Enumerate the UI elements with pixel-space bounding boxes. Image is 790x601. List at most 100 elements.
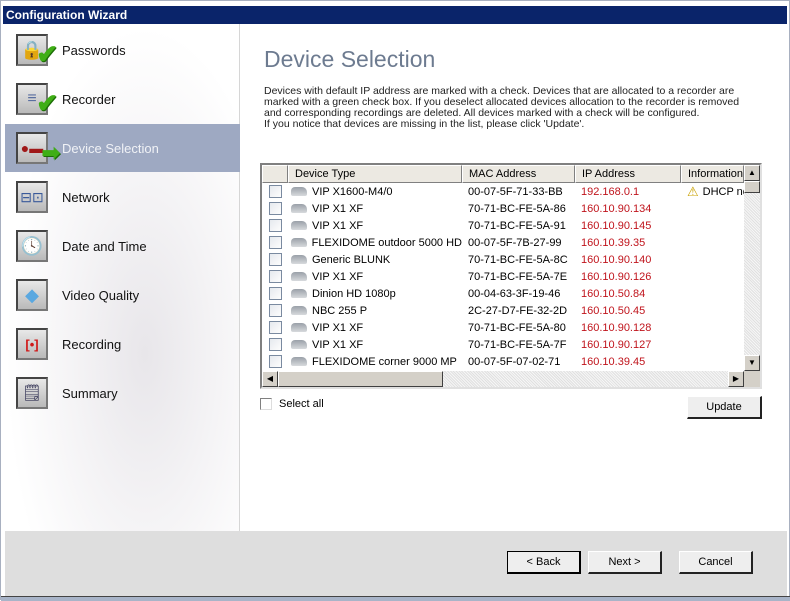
ip-address: 160.10.39.45 <box>581 355 646 368</box>
column-header-information[interactable]: Information <box>681 165 744 183</box>
camera-device-icon <box>291 204 307 213</box>
select-all-checkbox[interactable]: Select all <box>260 398 324 410</box>
table-row[interactable]: FLEXIDOME outdoor 5000 HD 00-07-5F-7B-27-… <box>262 234 744 251</box>
cancel-button[interactable]: Cancel <box>679 551 753 574</box>
page-title: Device Selection <box>264 46 436 72</box>
row-checkbox[interactable] <box>268 236 282 249</box>
ip-address: 160.10.90.126 <box>581 270 652 283</box>
table-row[interactable]: NBC 255 P 2C-27-D7-FE-32-2D 160.10.50.45 <box>262 302 744 319</box>
check-icon: ✔ <box>36 39 58 69</box>
row-checkbox[interactable] <box>268 304 282 317</box>
row-checkbox-cell <box>262 202 288 215</box>
mac-address: 70-71-BC-FE-5A-8C <box>468 253 568 266</box>
sidebar-item-date-and-time[interactable]: 🕓 Date and Time <box>5 222 240 270</box>
wizard-content: Device Selection Devices with default IP… <box>241 24 787 531</box>
table-header: Device Type MAC Address IP Address Infor… <box>262 165 744 183</box>
page-description: Devices with default IP address are mark… <box>264 86 764 130</box>
window-title: Configuration Wizard <box>3 6 787 24</box>
horizontal-scrollbar[interactable]: ◀ ▶ <box>262 371 744 387</box>
mac-address: 00-07-5F-71-33-BB <box>468 185 563 198</box>
table-row[interactable]: VIP X1 XF 70-71-BC-FE-5A-80 160.10.90.128 <box>262 319 744 336</box>
sidebar-item-recorder[interactable]: ≡ ✔ Recorder <box>5 75 240 123</box>
table-row[interactable]: VIP X1 XF 70-71-BC-FE-5A-7F 160.10.90.127 <box>262 336 744 353</box>
device-type: FLEXIDOME corner 9000 MP <box>312 355 457 368</box>
row-checkbox[interactable] <box>268 321 282 334</box>
update-button[interactable]: Update <box>687 396 762 419</box>
device-type: FLEXIDOME outdoor 5000 HD <box>311 236 462 249</box>
device-type: Dinion HD 1080p <box>312 287 396 300</box>
sidebar-item-summary[interactable]: 🗒 Summary <box>5 369 240 417</box>
mac-address: 70-71-BC-FE-5A-86 <box>468 202 566 215</box>
scroll-up-button[interactable]: ▲ <box>744 165 760 181</box>
ip-address: 160.10.90.134 <box>581 202 652 215</box>
table-row[interactable]: VIP X1 XF 70-71-BC-FE-5A-7E 160.10.90.126 <box>262 268 744 285</box>
mac-address: 70-71-BC-FE-5A-7F <box>468 338 567 351</box>
camera-device-icon <box>291 272 307 281</box>
sidebar-item-passwords[interactable]: 🔒 ✔ Passwords <box>5 26 240 74</box>
table-row[interactable]: VIP X1 XF 70-71-BC-FE-5A-86 160.10.90.134 <box>262 200 744 217</box>
camera-device-icon <box>291 255 307 264</box>
ip-address: 160.10.50.45 <box>581 304 646 317</box>
next-button[interactable]: Next > <box>588 551 662 574</box>
device-type-cell: VIP X1 XF <box>288 203 462 215</box>
horizontal-scrollbar-thumb[interactable] <box>278 371 443 387</box>
scrollbar-corner <box>744 371 760 387</box>
description-line: If you notice that devices are missing i… <box>264 118 585 130</box>
row-checkbox[interactable] <box>268 219 282 232</box>
clock-icon: 🕓 <box>16 230 48 262</box>
table-row[interactable]: Generic BLUNK 70-71-BC-FE-5A-8C 160.10.90.… <box>262 251 744 268</box>
ip-address: 192.168.0.1 <box>581 185 640 198</box>
sidebar-item-device-selection[interactable]: ●▬ ➡ Device Selection <box>5 124 240 172</box>
camera-device-icon <box>291 289 307 298</box>
device-type: VIP X1 XF <box>312 219 364 232</box>
table-row[interactable]: Dinion HD 1080p 00-04-63-3F-19-46 160.10.5… <box>262 285 744 302</box>
mac-address: 2C-27-D7-FE-32-2D <box>468 304 568 317</box>
row-checkbox-cell <box>262 304 288 317</box>
sidebar-item-network[interactable]: ⊟⊡ Network <box>5 173 240 221</box>
row-checkbox[interactable] <box>268 287 282 300</box>
sidebar-item-label: Recording <box>62 336 122 352</box>
ip-address: 160.10.90.127 <box>581 338 652 351</box>
scroll-down-button[interactable]: ▼ <box>744 355 760 371</box>
device-type-cell: Generic BLUNK <box>288 254 462 266</box>
camera-device-icon <box>291 306 307 315</box>
sidebar-item-label: Network <box>62 189 110 205</box>
table-row[interactable]: FLEXIDOME corner 9000 MP 00-07-5F-07-02-7… <box>262 353 744 370</box>
row-checkbox[interactable] <box>268 253 282 266</box>
ip-address: 160.10.50.84 <box>581 287 646 300</box>
sidebar-item-label: Device Selection <box>62 140 159 156</box>
table-row[interactable]: VIP X1600-M4/0 00-07-5F-71-33-BB 192.168.0… <box>262 183 744 200</box>
device-type: Generic BLUNK <box>312 253 391 266</box>
column-header-checkbox[interactable] <box>262 165 288 183</box>
column-header-mac-address[interactable]: MAC Address <box>462 165 575 183</box>
checkbox[interactable] <box>260 398 272 410</box>
row-checkbox[interactable] <box>268 338 282 351</box>
row-checkbox-cell <box>262 338 288 351</box>
sidebar-item-label: Video Quality <box>62 287 140 303</box>
row-checkbox[interactable] <box>268 185 282 198</box>
row-checkbox-cell <box>262 355 288 368</box>
vertical-scrollbar[interactable]: ▲ ▼ <box>744 165 760 371</box>
device-type-cell: VIP X1 XF <box>288 339 462 351</box>
device-type: VIP X1 XF <box>312 338 364 351</box>
arrow-right-icon: ➡ <box>41 140 60 165</box>
sidebar-item-video-quality[interactable]: ◆ Video Quality <box>5 271 240 319</box>
table-row[interactable]: VIP X1 XF 70-71-BC-FE-5A-91 160.10.90.145 <box>262 217 744 234</box>
row-checkbox[interactable] <box>268 202 282 215</box>
sidebar-item-recording[interactable]: [•] Recording <box>5 320 240 368</box>
mac-address: 70-71-BC-FE-5A-91 <box>468 219 566 232</box>
scroll-right-button[interactable]: ▶ <box>728 371 744 387</box>
lock-icon: 🔒 ✔ <box>16 34 58 69</box>
row-checkbox[interactable] <box>268 270 282 283</box>
camera-device-icon <box>291 357 307 366</box>
back-button[interactable]: < Back <box>507 551 581 574</box>
column-header-device-type[interactable]: Device Type <box>288 165 462 183</box>
row-checkbox-cell <box>262 236 288 249</box>
row-checkbox[interactable] <box>268 355 282 368</box>
ip-address: 160.10.90.128 <box>581 321 652 334</box>
scrollbar-thumb[interactable] <box>744 181 760 193</box>
device-type: NBC 255 P <box>312 304 368 317</box>
wizard-sidebar: 🔒 ✔ Passwords ≡ ✔ Recorder ●▬ ➡ Device Sele… <box>5 24 240 531</box>
column-header-ip-address[interactable]: IP Address <box>575 165 681 183</box>
scroll-left-button[interactable]: ◀ <box>262 371 278 387</box>
